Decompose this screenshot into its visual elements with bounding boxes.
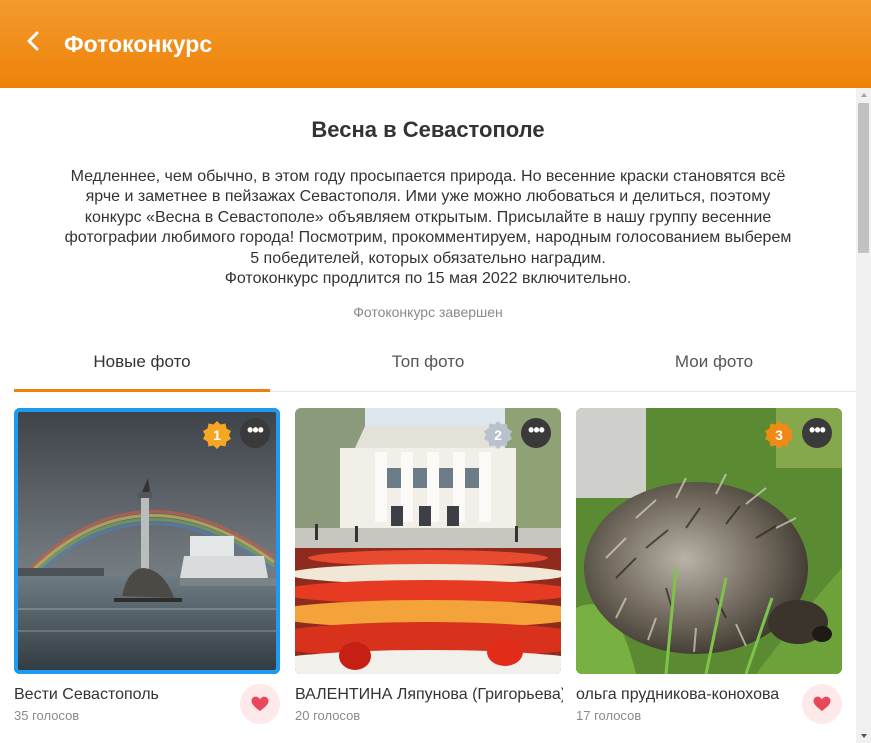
photo-thumbnail[interactable]: 3 ••• (576, 408, 842, 674)
chevron-left-icon (27, 31, 39, 51)
description-line: Фотоконкурс продлится по 15 мая 2022 вкл… (224, 270, 632, 288)
more-button[interactable]: ••• (521, 418, 551, 448)
vote-count: 20 голосов (295, 708, 361, 723)
photo-author[interactable]: ольга прудникова-конохова (576, 685, 796, 705)
more-dots-icon: ••• (247, 420, 264, 440)
photo-image (14, 408, 280, 674)
rank-number: 1 (213, 427, 221, 443)
back-button[interactable] (22, 26, 48, 56)
page-title: Фотоконкурс (64, 31, 213, 57)
more-button[interactable]: ••• (802, 418, 832, 448)
heart-icon (251, 696, 269, 711)
contest-status: Фотоконкурс завершен (353, 304, 503, 320)
heart-icon (813, 696, 831, 711)
rank-badge: 1 (202, 420, 232, 450)
description-line: фотографии любимого города! Посмотрим, п… (64, 229, 792, 247)
photo-author[interactable]: ВАЛЕНТИНА Ляпунова (Григорьева) (295, 685, 563, 705)
photo-card: 2 ••• ВАЛЕНТИНА Ляпунова (Григорьева) 20… (295, 408, 563, 738)
like-button[interactable] (802, 684, 842, 724)
tab-my-photos[interactable]: Мои фото (586, 336, 842, 392)
more-dots-icon: ••• (809, 420, 826, 440)
photo-image (295, 408, 561, 674)
scroll-up-icon[interactable] (861, 93, 867, 97)
photo-card: 3 ••• ольга прудникова-конохова 17 голос… (576, 408, 842, 738)
photo-tabs: Новые фото Топ фото Мои фото (14, 336, 856, 392)
rank-badge: 2 (483, 420, 513, 450)
contest-description: Медленнее, чем обычно, в этом году просы… (22, 167, 834, 289)
scroll-down-icon[interactable] (861, 734, 867, 738)
like-button[interactable] (240, 684, 280, 724)
tab-top-photos[interactable]: Топ фото (300, 336, 556, 392)
rank-number: 2 (494, 427, 502, 443)
rank-badge: 3 (764, 420, 794, 450)
more-button[interactable]: ••• (240, 418, 270, 448)
photo-image (576, 408, 842, 674)
vote-count: 17 голосов (576, 708, 642, 723)
contest-title: Весна в Севастополе (311, 117, 545, 142)
vote-count: 35 голосов (14, 708, 80, 723)
description-line: ярче и заметнее в пейзажах Севастополя. … (85, 188, 771, 206)
contest-content: Весна в Севастополе Медленнее, чем обычн… (0, 88, 856, 743)
description-line: 5 победителей, которых обязательно награ… (250, 249, 606, 267)
description-line: конкурс «Весна в Севастополе» объявляем … (84, 208, 772, 226)
scrollbar-thumb[interactable] (858, 103, 869, 253)
photo-card: 1 ••• Вести Севастополь 35 голосов (14, 408, 280, 738)
rank-number: 3 (775, 427, 783, 443)
app-header: Фотоконкурс (0, 0, 871, 88)
photo-thumbnail[interactable]: 1 ••• (14, 408, 280, 674)
more-dots-icon: ••• (528, 420, 545, 440)
description-line: Медленнее, чем обычно, в этом году просы… (70, 168, 786, 185)
photo-thumbnail[interactable]: 2 ••• (295, 408, 561, 674)
tab-new-photos[interactable]: Новые фото (14, 336, 270, 392)
